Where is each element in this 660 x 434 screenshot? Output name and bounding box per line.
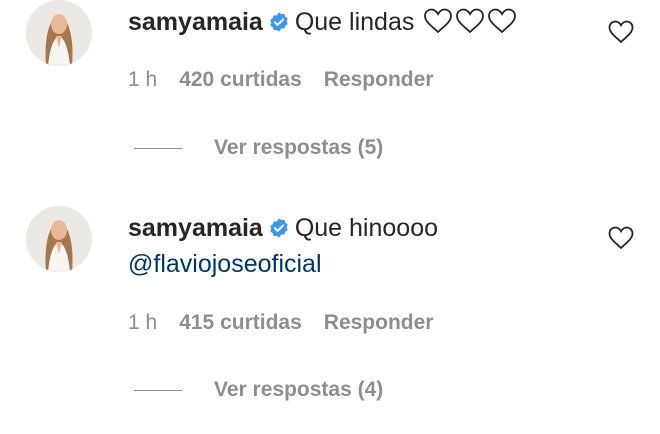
comment-text: Que hinoooo [294,214,439,242]
reply-button[interactable]: Responder [324,68,434,91]
avatar-photo [26,206,92,272]
comment-likes[interactable]: 415 curtidas [179,311,302,334]
view-replies-label: Ver respostas (4) [214,378,384,401]
heart-outline-icon [608,226,634,250]
like-button[interactable] [607,19,635,45]
comment-text-line: samyamaia Que hinoooo [128,212,438,247]
username[interactable]: samyamaia [128,8,263,36]
divider-line [134,147,182,149]
avatar[interactable] [26,0,92,66]
comment-time[interactable]: 1 h [128,68,157,91]
username[interactable]: samyamaia [128,214,263,242]
like-button[interactable] [607,225,635,251]
avatar-photo [26,0,92,66]
comment-text: Que lindas [294,8,415,36]
comment-text-line: samyamaia Que lindas [128,6,517,42]
verified-badge-icon [268,9,290,41]
comment-meta: 1 h 415 curtidas Responder [128,310,455,336]
avatar[interactable] [26,206,92,272]
comment-meta: 1 h 420 curtidas Responder [128,67,455,93]
divider-line [134,389,182,391]
comment-time[interactable]: 1 h [128,311,157,334]
comment-likes[interactable]: 420 curtidas [179,68,302,91]
mention-link[interactable]: @flaviojoseoficial [128,248,322,280]
heart-outline-icon [423,8,453,42]
view-replies-button[interactable]: Ver respostas (4) [134,377,383,403]
verified-badge-icon [268,215,290,247]
view-replies-button[interactable]: Ver respostas (5) [134,135,383,161]
reply-button[interactable]: Responder [324,311,434,334]
heart-outline-icon [455,8,485,42]
view-replies-label: Ver respostas (5) [214,136,384,159]
heart-outline-icon [487,8,517,42]
heart-outline-icon [608,20,634,44]
